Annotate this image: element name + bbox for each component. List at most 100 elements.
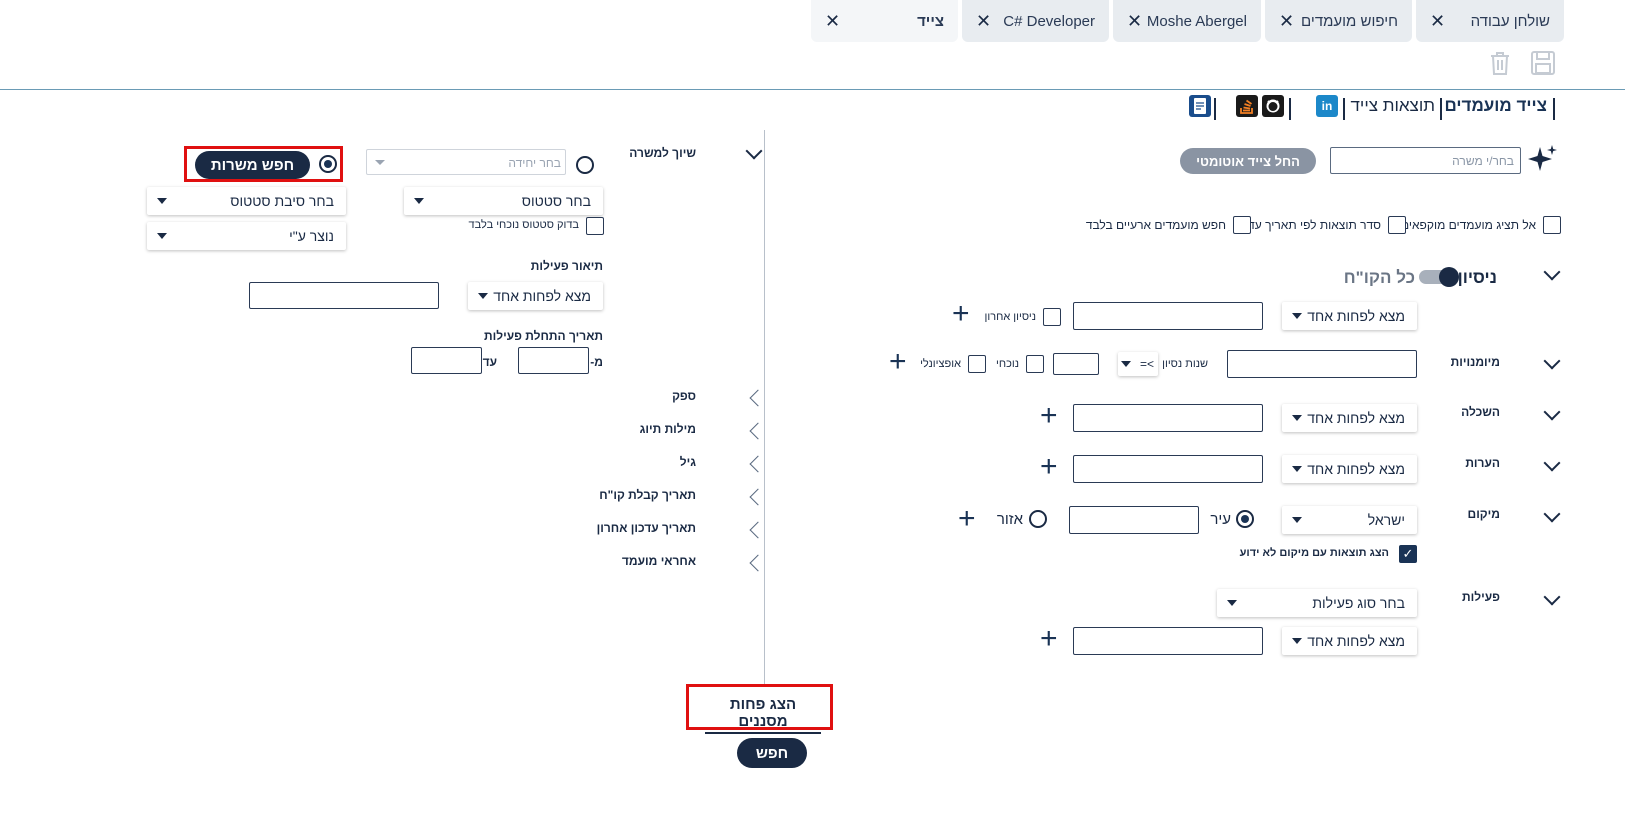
select-value: ישראל	[1367, 512, 1405, 528]
start-date-from-input[interactable]	[518, 347, 589, 374]
close-icon[interactable]: ✕	[1430, 11, 1445, 32]
collapsed-section[interactable]: תאריך קבלת קו"ח	[599, 488, 696, 502]
status-select[interactable]: בחר סטטוס	[404, 187, 603, 215]
status-reason-select[interactable]: בחר סיבת סטטוס	[147, 187, 346, 215]
area-radio[interactable]	[1029, 510, 1047, 528]
github-icon[interactable]	[1262, 95, 1284, 117]
chevron-down-icon[interactable]	[1543, 263, 1561, 281]
tab-candidate-search[interactable]: חיפוש מועמדים ✕	[1265, 0, 1412, 42]
auto-hunt-button[interactable]: החל צייד אוטומטי	[1180, 148, 1316, 174]
activity-input[interactable]	[1073, 627, 1263, 655]
position-select-input[interactable]: בחר/י משרה	[1330, 147, 1521, 174]
operator-select[interactable]: >=	[1118, 352, 1158, 376]
no-frozen-checkbox[interactable]	[1543, 216, 1561, 234]
chevron-down-icon[interactable]	[1543, 588, 1561, 606]
stackoverflow-icon[interactable]	[1236, 95, 1258, 117]
sort-by-update-checkbox[interactable]	[1388, 216, 1406, 234]
tab-moshe-abergel[interactable]: Moshe Abergel ✕	[1113, 0, 1261, 42]
tab-label: חיפוש מועמדים	[1301, 12, 1398, 30]
education-title: השכלה	[1461, 405, 1500, 419]
collapsed-section[interactable]: מילות תיוג	[640, 422, 696, 436]
nav-hunter-results[interactable]: תוצאות צייד	[1350, 96, 1435, 116]
experience-title: ניסיון	[1457, 268, 1497, 287]
created-by-select[interactable]: נוצר ע"י	[147, 222, 346, 250]
search-jobs-button[interactable]: חפש משרות	[195, 151, 310, 179]
close-icon[interactable]: ✕	[825, 11, 840, 32]
activity-type-select[interactable]: בחר סוג פעילות	[1217, 589, 1417, 617]
country-select[interactable]: ישראל	[1282, 506, 1417, 534]
add-note-icon[interactable]: +	[1040, 452, 1058, 482]
divider	[764, 130, 765, 685]
experience-match-select[interactable]: מצא לפחות אחד	[1282, 302, 1417, 330]
cv-toggle[interactable]	[1419, 267, 1459, 287]
activity-description-input[interactable]	[249, 282, 439, 309]
location-input[interactable]	[1069, 506, 1199, 534]
divider	[1343, 98, 1345, 120]
unknown-location-checkbox[interactable]: ✓	[1399, 545, 1417, 563]
linkedin-icon[interactable]: in	[1316, 95, 1338, 117]
document-icon[interactable]	[1189, 95, 1211, 117]
notes-input[interactable]	[1073, 455, 1263, 483]
select-value: מצא לפחות אחד	[1307, 461, 1405, 477]
chevron-down-icon[interactable]	[745, 142, 763, 160]
current-checkbox[interactable]	[1026, 355, 1044, 373]
collapsed-section[interactable]: אחראי מועמד	[622, 554, 696, 568]
tab-workspace[interactable]: שולחן עבודה ✕	[1416, 0, 1564, 42]
caret-down-icon	[1227, 600, 1237, 606]
city-label: עיר	[1210, 511, 1231, 528]
education-input[interactable]	[1073, 404, 1263, 432]
activity-description-match-select[interactable]: מצא לפחות אחד	[468, 282, 603, 310]
years-input[interactable]	[1053, 353, 1099, 375]
chevron-down-icon[interactable]	[1543, 403, 1561, 421]
placeholder: בחר/י משרה	[1452, 154, 1514, 168]
education-match-select[interactable]: מצא לפחות אחד	[1282, 404, 1417, 432]
current-status-checkbox[interactable]	[586, 217, 604, 235]
skills-input[interactable]	[1227, 350, 1417, 378]
tab-label: שולחן עבודה	[1470, 12, 1550, 30]
nav-candidates-hunter[interactable]: צייד מועמדים	[1445, 96, 1547, 116]
caret-down-icon	[414, 198, 424, 204]
trash-icon[interactable]	[1488, 50, 1512, 76]
close-icon[interactable]: ✕	[976, 11, 991, 32]
unknown-location-label: הצג תוצאות עם מיקום לא ידוע	[1239, 547, 1389, 559]
add-location-icon[interactable]: +	[958, 504, 976, 534]
chevron-down-icon[interactable]	[1543, 352, 1561, 370]
tab-hunter[interactable]: צייד ✕	[811, 0, 958, 42]
experience-input[interactable]	[1073, 302, 1263, 330]
notes-match-select[interactable]: מצא לפחות אחד	[1282, 455, 1417, 483]
unit-radio[interactable]	[576, 156, 594, 174]
activity-start-date-label: תאריך התחלת פעילות	[484, 329, 603, 343]
close-icon[interactable]: ✕	[1279, 11, 1294, 32]
temporary-only-label: חפש מועמדים ארעיים בלבד	[1085, 218, 1226, 232]
save-icon[interactable]	[1530, 50, 1556, 76]
tab-csharp-developer[interactable]: C# Developer ✕	[962, 0, 1109, 42]
to-label: עד	[482, 355, 497, 369]
chevron-down-icon[interactable]	[1543, 454, 1561, 472]
collapsed-section[interactable]: ספק	[672, 389, 696, 403]
city-radio[interactable]	[1236, 510, 1254, 528]
search-button[interactable]: חפש	[737, 738, 807, 768]
close-icon[interactable]: ✕	[1127, 11, 1142, 32]
add-experience-icon[interactable]: +	[952, 299, 970, 329]
caret-down-icon	[1292, 466, 1302, 472]
all-cv-label: כל הקו"ח	[1343, 268, 1415, 287]
activity-match-select[interactable]: מצא לפחות אחד	[1282, 627, 1417, 655]
temporary-only-checkbox[interactable]	[1233, 216, 1251, 234]
add-activity-icon[interactable]: +	[1040, 624, 1058, 654]
collapsed-section[interactable]: תאריך עדכון אחרון	[597, 521, 696, 535]
select-value: מצא לפחות אחד	[1307, 633, 1405, 649]
add-education-icon[interactable]: +	[1040, 401, 1058, 431]
select-value: >=	[1139, 357, 1154, 371]
last-experience-checkbox[interactable]	[1043, 308, 1061, 326]
show-less-filters-link[interactable]: הצג פחות מסננים	[705, 696, 821, 734]
start-date-to-input[interactable]	[411, 347, 482, 374]
notes-title: הערות	[1465, 456, 1500, 470]
current-status-label: בדוק סטטוס נוכחי בלבד	[468, 219, 580, 231]
chevron-down-icon[interactable]	[1543, 505, 1561, 523]
caret-down-icon	[1292, 415, 1302, 421]
collapsed-section[interactable]: גיל	[680, 455, 696, 469]
add-skill-icon[interactable]: +	[889, 347, 907, 377]
optional-checkbox[interactable]	[968, 355, 986, 373]
unit-select[interactable]: בחר יחידה	[366, 149, 566, 175]
search-jobs-radio[interactable]	[319, 155, 337, 173]
